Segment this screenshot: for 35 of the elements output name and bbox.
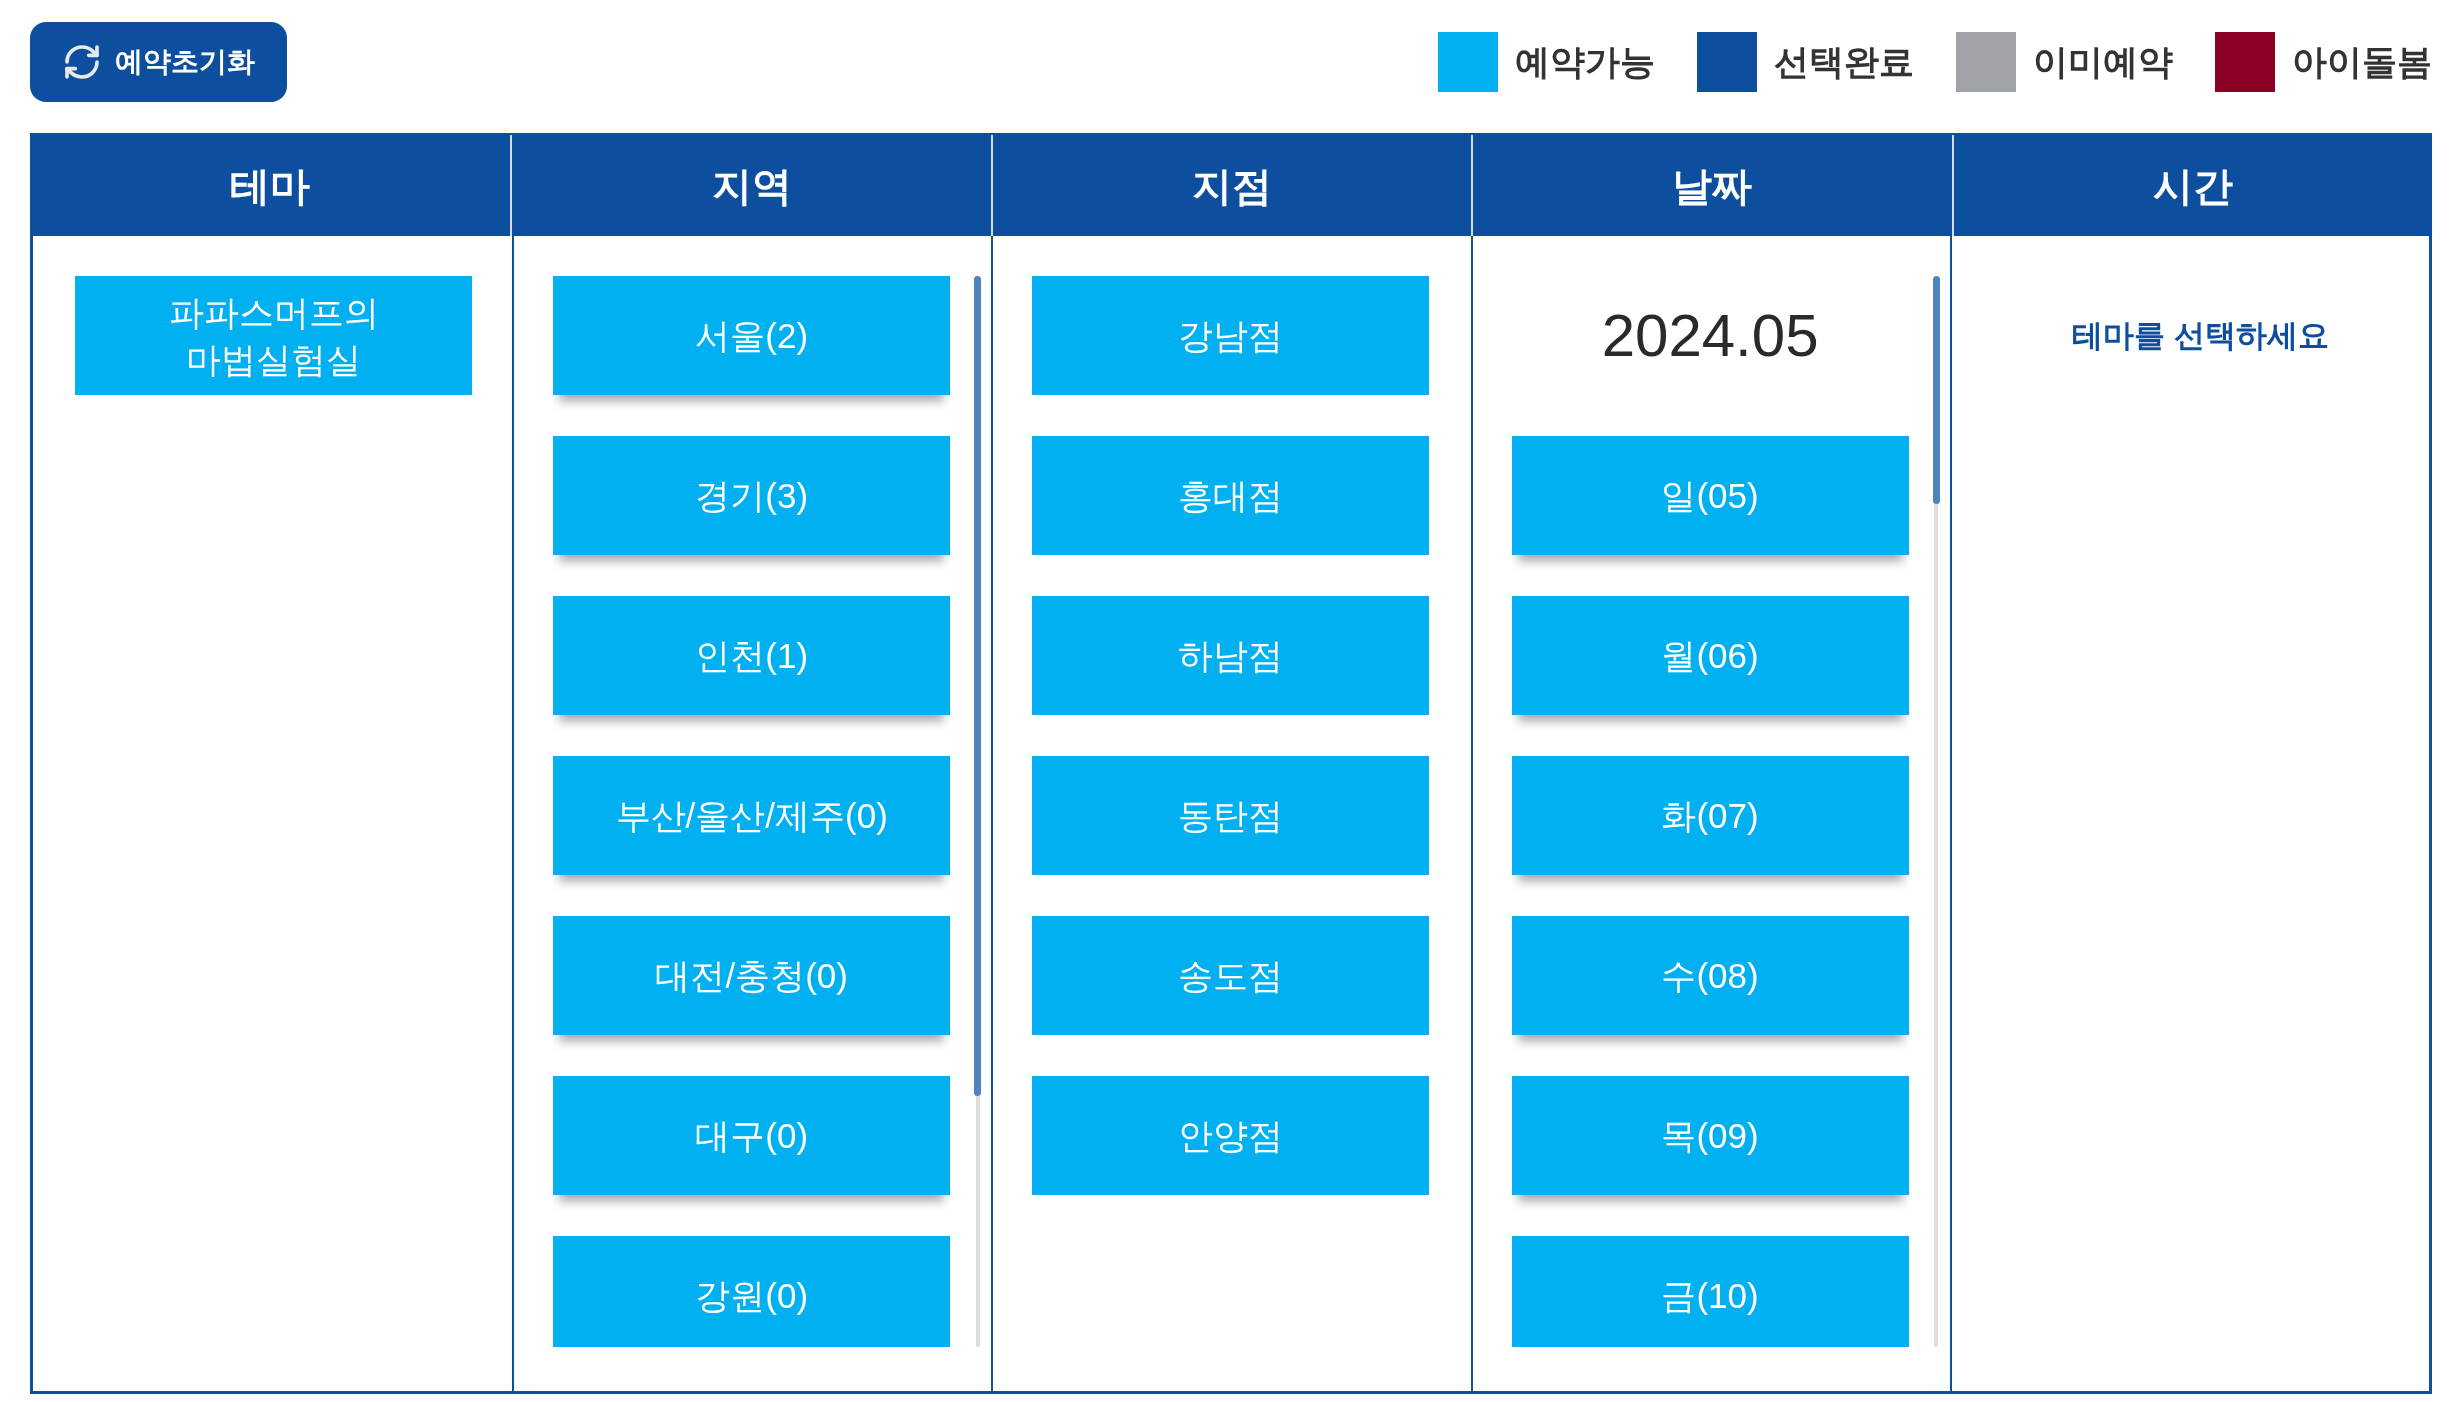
legend-label: 예약가능	[1515, 41, 1655, 83]
month-label: 2024.05	[1601, 300, 1819, 371]
region-button[interactable]: 부산/울산/제주(0)	[553, 756, 951, 875]
region-button[interactable]: 인천(1)	[553, 596, 951, 715]
region-button[interactable]: 대전/충청(0)	[553, 916, 951, 1035]
reset-button[interactable]: 예약초기화	[30, 22, 287, 102]
date-button[interactable]: 목(09)	[1511, 1076, 1909, 1195]
scrollbar-thumb[interactable]	[974, 276, 982, 1096]
region-button[interactable]: 경기(3)	[553, 436, 951, 555]
branch-button[interactable]: 송도점	[1032, 916, 1430, 1035]
column-heading: 지점	[1192, 162, 1272, 210]
date-button[interactable]: 월(06)	[1511, 596, 1909, 715]
date-button[interactable]: 수(08)	[1511, 916, 1909, 1035]
region-button[interactable]: 대구(0)	[553, 1076, 951, 1195]
legend-label: 이미예약	[2033, 41, 2173, 83]
branch-button[interactable]: 홍대점	[1032, 436, 1430, 555]
column-heading: 날짜	[1672, 162, 1753, 210]
column-heading: 시간	[2152, 162, 2233, 210]
date-button[interactable]: 금(10)	[1511, 1236, 1909, 1347]
date-button[interactable]: 화(07)	[1511, 756, 1909, 875]
refresh-icon	[62, 42, 102, 82]
branch-button[interactable]: 강남점	[1032, 276, 1430, 395]
branch-button[interactable]: 안양점	[1032, 1076, 1430, 1195]
legend-label: 선택완료	[1774, 41, 1914, 83]
legend-label: 아이돌봄	[2292, 41, 2432, 83]
branch-button[interactable]: 하남점	[1032, 596, 1430, 715]
branch-button[interactable]: 동탄점	[1032, 756, 1430, 875]
theme-button[interactable]: 파파스머프의 마법실험실	[75, 276, 472, 395]
date-button[interactable]: 일(05)	[1511, 436, 1909, 555]
region-button[interactable]: 강원(0)	[553, 1236, 951, 1347]
region-button[interactable]: 서울(2)	[553, 276, 951, 395]
hint-text: 테마를 선택하세요	[2072, 316, 2330, 355]
column-heading: 지역	[711, 162, 792, 210]
scrollbar-thumb[interactable]	[1932, 276, 1940, 504]
column-heading: 테마	[230, 162, 311, 210]
